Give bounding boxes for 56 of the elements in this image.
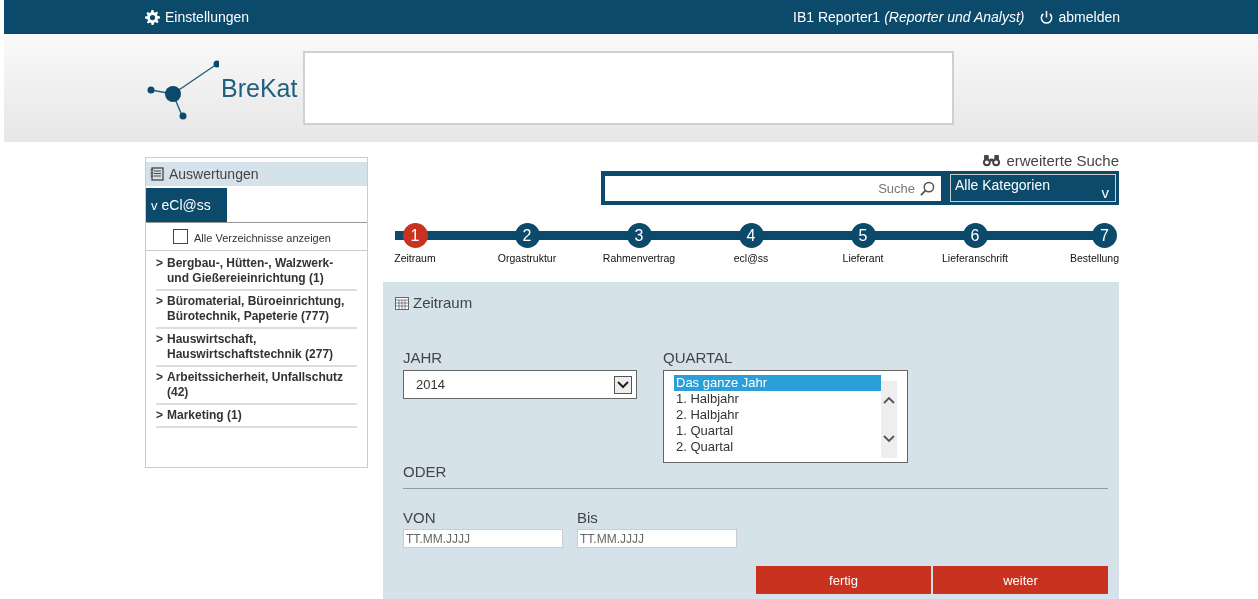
quarter-listbox[interactable]: Das ganze Jahr 1. Halbjahr 2. Halbjahr 1. Quartal 2. Quartal bbox=[663, 370, 908, 463]
step-label: Bestellung bbox=[1069, 252, 1119, 264]
category-dropdown[interactable]: Alle Kategorien v bbox=[950, 174, 1116, 202]
step-circle[interactable]: 2 bbox=[514, 223, 540, 248]
step-circle[interactable]: 4 bbox=[738, 223, 764, 248]
quarter-option[interactable]: 2. Quartal bbox=[674, 439, 881, 455]
step-circle[interactable]: 7 bbox=[1092, 223, 1117, 248]
quarter-option[interactable]: 2. Halbjahr bbox=[674, 407, 881, 423]
step-circle[interactable]: 5 bbox=[850, 223, 876, 248]
power-icon bbox=[1038, 9, 1054, 25]
step-label: Lieferanschrift bbox=[942, 252, 1008, 264]
step-circle[interactable]: 3 bbox=[626, 223, 652, 248]
notebook-icon bbox=[150, 167, 164, 181]
search-field[interactable]: Suche bbox=[605, 175, 941, 201]
action-button[interactable]: fertig bbox=[756, 566, 931, 594]
step-label: Lieferant bbox=[842, 252, 884, 264]
panel-title: Zeitraum bbox=[413, 294, 473, 311]
or-label: ODER bbox=[403, 463, 448, 480]
logout-link[interactable]: abmelden bbox=[1038, 9, 1120, 25]
to-date-field[interactable]: TT.MM.JJJJ bbox=[577, 529, 737, 548]
calendar-icon bbox=[395, 295, 409, 310]
chevron-down-icon[interactable] bbox=[883, 434, 895, 443]
quarter-label: QUARTAL bbox=[663, 349, 734, 366]
step-label: Orgastruktur bbox=[497, 252, 557, 264]
binoculars-icon bbox=[982, 154, 1002, 167]
year-label: JAHR bbox=[403, 349, 444, 366]
advanced-search-link[interactable]: erweiterte Suche bbox=[982, 152, 1119, 169]
quarter-option[interactable]: 1. Quartal bbox=[674, 423, 881, 439]
year-dropdown[interactable]: 2014 bbox=[403, 370, 637, 399]
search-icon bbox=[920, 180, 935, 196]
checkbox-label: Alle Verzeichnisse anzeigen bbox=[194, 232, 331, 244]
category-item[interactable]: > Hauswirtschaft, Hauswirtschaftstechnik (277) bbox=[156, 329, 357, 367]
from-label: VON bbox=[403, 509, 437, 526]
logo-text: BreKat bbox=[221, 73, 298, 103]
step-circle[interactable]: 6 bbox=[962, 223, 988, 248]
category-item[interactable]: > Bergbau-, Hütten-, Walzwerk- und Gießereieinrichtung (1) bbox=[156, 253, 357, 291]
to-label: Bis bbox=[577, 509, 599, 526]
user-name: IB1 Reporter1 bbox=[793, 9, 881, 25]
step-label: ecl@ss bbox=[733, 252, 769, 264]
from-date-field[interactable]: TT.MM.JJJJ bbox=[403, 529, 563, 548]
category-item[interactable]: > Marketing (1) bbox=[156, 405, 357, 428]
step-circle[interactable]: 1 bbox=[402, 223, 428, 248]
step-label: Rahmenvertrag bbox=[602, 252, 676, 264]
category-item[interactable]: > Büromaterial, Büroeinrichtung, Bürotechnik, Papeterie (777) bbox=[156, 291, 357, 329]
chevron-down-icon bbox=[614, 375, 632, 394]
step-label: Zeitraum bbox=[394, 252, 436, 264]
settings-link[interactable]: Einstellungen bbox=[145, 9, 250, 25]
quarter-option[interactable]: 1. Halbjahr bbox=[674, 391, 881, 407]
action-button[interactable]: weiter bbox=[933, 566, 1108, 594]
settings-icon bbox=[145, 9, 160, 25]
eclass-tab[interactable]: v eCl@ss bbox=[146, 188, 227, 222]
category-item[interactable]: > Arbeitssicherheit, Unfallschutz (42) bbox=[156, 367, 357, 405]
user-role: (Reporter und Analyst) bbox=[884, 9, 1025, 25]
chevron-up-icon[interactable] bbox=[883, 396, 895, 405]
sidebar-title: Auswertungen bbox=[169, 166, 259, 182]
checkbox[interactable] bbox=[173, 229, 188, 244]
